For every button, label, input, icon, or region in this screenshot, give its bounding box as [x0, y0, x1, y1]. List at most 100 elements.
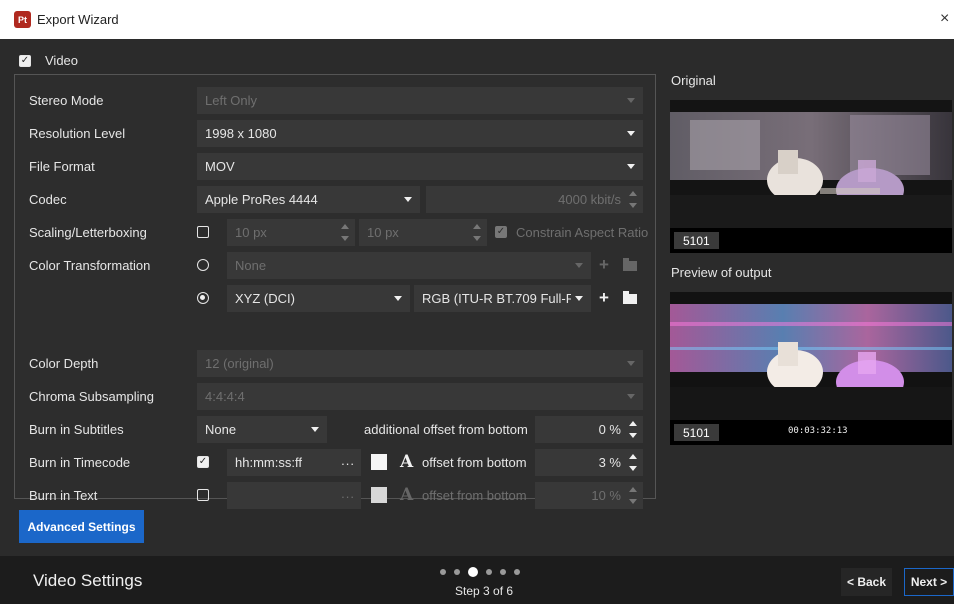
file-format-select[interactable]: MOV [197, 153, 643, 180]
back-button[interactable]: < Back [841, 568, 892, 596]
close-icon[interactable]: × [940, 10, 954, 28]
output-info-bar: 5101 00:03:32:13 [670, 420, 952, 445]
add-icon[interactable]: + [595, 255, 613, 274]
color-transform-xyz-radio[interactable] [197, 292, 209, 304]
color-transform-none-radio[interactable] [197, 259, 209, 271]
title-bar: Pt Export Wizard × [0, 0, 954, 39]
output-space-select[interactable]: RGB (ITU-R BT.709 Full-Rang [414, 285, 591, 312]
color-transform-xyz-value: XYZ (DCI) [235, 291, 295, 306]
subtitle-offset-stepper[interactable]: 0 % [535, 416, 643, 443]
original-info-bar: 5101 [670, 228, 952, 253]
codec-value: Apple ProRes 4444 [205, 192, 318, 207]
chevron-down-icon [627, 394, 635, 399]
constrain-aspect-checkbox[interactable]: ✓ [495, 226, 507, 238]
step-dot [468, 567, 478, 577]
original-preview: 5101 [670, 100, 952, 253]
stereo-mode-value: Left Only [205, 93, 258, 108]
more-options-button[interactable]: ... [341, 486, 355, 501]
spinner-icon[interactable] [629, 454, 637, 471]
timecode-color-swatch[interactable] [371, 454, 387, 470]
burn-timecode-checkbox[interactable]: ✓ [197, 456, 209, 468]
row-color-transformation: Color Transformation None + [15, 252, 655, 279]
next-button[interactable]: Next > [904, 568, 954, 596]
burn-text-checkbox[interactable] [197, 489, 209, 501]
scaling-width-stepper[interactable]: 10 px [227, 219, 355, 246]
codec-select[interactable]: Apple ProRes 4444 [197, 186, 420, 213]
row-file-format: File Format MOV [15, 153, 655, 180]
color-transform-xyz-select[interactable]: XYZ (DCI) [227, 285, 410, 312]
resolution-level-select[interactable]: 1998 x 1080 [197, 120, 643, 147]
chevron-down-icon [575, 263, 583, 268]
scaling-checkbox[interactable] [197, 226, 209, 238]
font-icon[interactable]: A [400, 485, 413, 505]
output-space-value: RGB (ITU-R BT.709 Full-Rang [422, 291, 571, 306]
chevron-down-icon [627, 98, 635, 103]
advanced-settings-button[interactable]: Advanced Settings [19, 510, 144, 543]
timecode-offset-stepper[interactable]: 3 % [535, 449, 643, 476]
burn-subtitles-value: None [205, 422, 237, 437]
bitrate-stepper[interactable]: 4000 kbit/s [426, 186, 643, 213]
font-icon[interactable]: A [400, 452, 413, 472]
chevron-down-icon [311, 427, 319, 432]
chevron-down-icon [575, 296, 583, 301]
add-icon[interactable]: + [595, 288, 613, 307]
main-area: ✓ Video Stereo Mode Left Only Resolution… [0, 39, 954, 556]
video-checkbox[interactable]: ✓ [19, 54, 31, 67]
chevron-down-icon [627, 361, 635, 366]
stereo-mode-select[interactable]: Left Only [197, 87, 643, 114]
subtitle-offset-value: 0 % [598, 422, 621, 437]
scaling-height-stepper[interactable]: 10 px [359, 219, 487, 246]
burn-subtitles-label: Burn in Subtitles [29, 422, 124, 437]
chroma-label: Chroma Subsampling [29, 389, 155, 404]
timecode-offset-value: 3 % [598, 455, 621, 470]
spinner-icon[interactable] [629, 487, 637, 504]
video-toggle[interactable]: ✓ Video [19, 53, 78, 68]
row-stereo-mode: Stereo Mode Left Only [15, 87, 655, 114]
resolution-level-label: Resolution Level [29, 126, 126, 141]
color-transform-none-value: None [235, 258, 267, 273]
spinner-icon[interactable] [629, 191, 637, 208]
color-transform-none-select[interactable]: None [227, 252, 591, 279]
color-depth-select[interactable]: 12 (original) [197, 350, 643, 377]
original-label: Original [671, 73, 716, 88]
constrain-aspect-label: Constrain Aspect Ratio [516, 225, 649, 240]
text-offset-stepper[interactable]: 10 % [535, 482, 643, 509]
step-dot [440, 569, 446, 575]
chroma-select[interactable]: 4:4:4:4 [197, 383, 643, 410]
subtitle-offset-label: additional offset from bottom [364, 422, 528, 437]
row-color-transformation-2: XYZ (DCI) RGB (ITU-R BT.709 Full-Rang + [15, 285, 655, 312]
stereo-mode-label: Stereo Mode [29, 93, 104, 108]
file-format-label: File Format [29, 159, 95, 174]
timecode-format-field[interactable]: hh:mm:ss:ff ... [227, 449, 361, 476]
video-label: Video [45, 53, 79, 68]
text-color-swatch[interactable] [371, 487, 387, 503]
folder-icon[interactable] [621, 256, 639, 274]
more-options-button[interactable]: ... [341, 453, 355, 468]
burned-timecode: 00:03:32:13 [788, 426, 848, 436]
step-dot [486, 569, 492, 575]
spinner-icon[interactable] [341, 224, 349, 241]
step-dot [514, 569, 520, 575]
burn-timecode-label: Burn in Timecode [29, 455, 131, 470]
chroma-value: 4:4:4:4 [205, 389, 245, 404]
wizard-footer: Video Settings Step 3 of 6 < Back Next > [0, 556, 954, 604]
row-resolution-level: Resolution Level 1998 x 1080 [15, 120, 655, 147]
scaling-width-value: 10 px [235, 225, 267, 240]
spinner-icon[interactable] [473, 224, 481, 241]
burn-text-field[interactable]: ... [227, 482, 361, 509]
step-title: Video Settings [33, 571, 143, 590]
folder-icon[interactable] [621, 289, 639, 307]
app-logo-icon: Pt [14, 11, 31, 28]
codec-label: Codec [29, 192, 67, 207]
original-frame-number: 5101 [674, 232, 719, 249]
row-scaling: Scaling/Letterboxing 10 px 10 px ✓ Const… [15, 219, 655, 246]
window-title: Export Wizard [37, 12, 119, 27]
step-dot [500, 569, 506, 575]
color-depth-value: 12 (original) [205, 356, 274, 371]
burn-subtitles-select[interactable]: None [197, 416, 327, 443]
output-label: Preview of output [671, 265, 772, 280]
original-frame-image [670, 100, 952, 228]
text-offset-value: 10 % [591, 488, 621, 503]
spinner-icon[interactable] [629, 421, 637, 438]
color-transformation-label: Color Transformation [29, 258, 151, 273]
